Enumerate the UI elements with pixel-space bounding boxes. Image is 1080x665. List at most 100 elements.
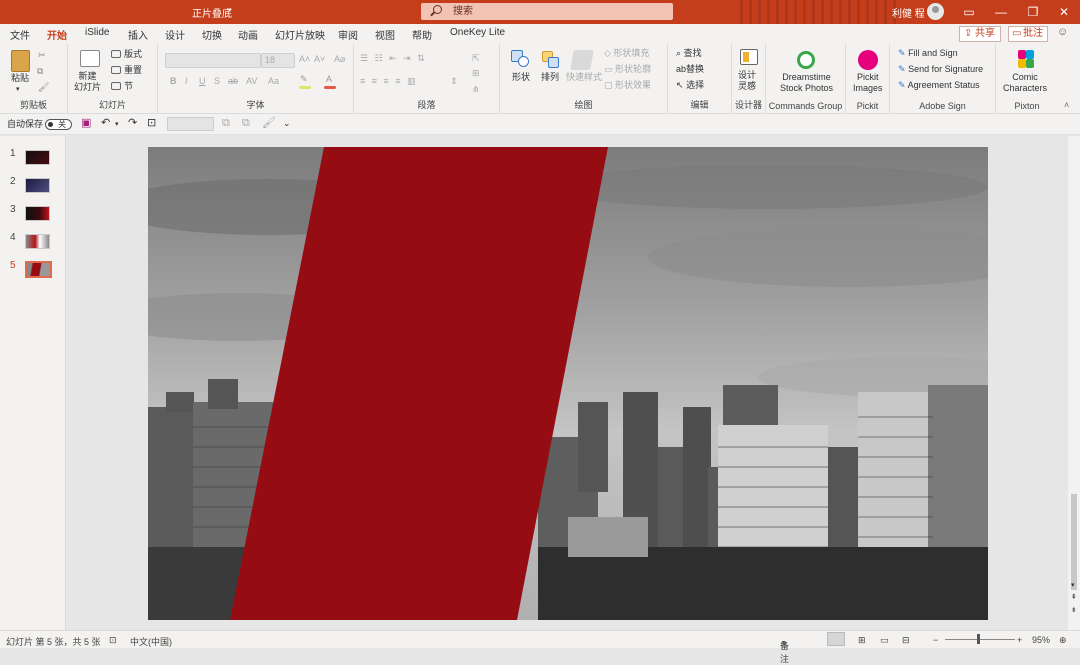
tab-file[interactable]: 文件 xyxy=(10,27,30,42)
zoom-slider[interactable] xyxy=(945,639,1015,640)
slideshow-icon[interactable]: ⊟ xyxy=(902,635,910,646)
send-signature-button[interactable]: ✎ Send for Signature xyxy=(898,64,983,75)
collapse-ribbon-icon[interactable]: ˄ xyxy=(1064,100,1069,110)
restore-button[interactable]: ❐ xyxy=(1017,0,1049,24)
comic-characters-button[interactable]: Comic Characters xyxy=(1003,72,1047,94)
shape-fill-button[interactable]: ◇ 形状填充 xyxy=(604,48,649,59)
smiley-icon[interactable]: ☺ xyxy=(1057,26,1068,38)
paste-button[interactable]: 粘贴 xyxy=(11,73,29,84)
align-text-button[interactable]: ⊞ xyxy=(472,68,480,79)
user-name[interactable]: 利健 程 xyxy=(892,5,925,20)
font-name-box[interactable] xyxy=(165,53,261,68)
dreamstime-button[interactable]: Dreamstime Stock Photos xyxy=(780,72,833,94)
find-button[interactable]: ⌕ 查找 xyxy=(676,48,702,59)
shapes-button[interactable]: 形状 xyxy=(512,72,530,83)
pickit-images-button[interactable]: Pickit Images xyxy=(853,72,883,94)
agreement-status-button[interactable]: ✎ Agreement Status xyxy=(898,80,980,91)
font-color-icon[interactable]: A xyxy=(326,74,332,85)
title-dropdown-icon[interactable]: ▾ xyxy=(228,6,232,14)
slide-thumbnail-1[interactable] xyxy=(25,150,50,165)
undo-icon[interactable]: ↶ xyxy=(101,118,110,129)
highlight-icon[interactable]: ✎ xyxy=(300,74,308,85)
normal-view-button[interactable] xyxy=(827,632,845,646)
shadow-button[interactable]: S xyxy=(214,76,220,87)
tab-islide[interactable]: iSlide xyxy=(85,27,109,38)
qa-font-box[interactable] xyxy=(167,117,214,131)
shape-effects-button[interactable]: ▢ 形状效果 xyxy=(604,80,651,91)
prev-slide-icon[interactable]: ⇞ xyxy=(1071,593,1077,601)
zoom-level[interactable]: 95% xyxy=(1032,635,1050,645)
quick-styles-button[interactable]: 快速样式 xyxy=(566,72,602,83)
underline-button[interactable]: U xyxy=(199,76,206,87)
redo-icon[interactable]: ↷ xyxy=(128,118,137,129)
tab-review[interactable]: 审阅 xyxy=(338,27,358,42)
ungroup-icon[interactable]: ⧉ xyxy=(242,118,250,129)
next-slide-icon[interactable]: ⇟ xyxy=(1071,606,1077,614)
replace-button[interactable]: ab替换 xyxy=(676,64,704,75)
accessibility-icon[interactable]: ⊡ xyxy=(109,635,117,646)
text-direction-button[interactable]: ⇱ xyxy=(472,53,480,64)
new-slide-icon[interactable] xyxy=(80,50,100,67)
format-painter-icon[interactable]: 🖌 xyxy=(38,82,49,93)
comment-button[interactable]: ▭ 批注 xyxy=(1008,26,1048,42)
spacing-button[interactable]: AV xyxy=(246,76,257,87)
slide-canvas[interactable] xyxy=(148,147,988,620)
fit-to-window-icon[interactable]: ⊕ xyxy=(1059,635,1067,646)
close-button[interactable]: ✕ xyxy=(1048,0,1080,24)
shrink-font-icon[interactable]: A˅ xyxy=(314,54,325,65)
tab-design[interactable]: 设计 xyxy=(165,27,185,42)
avatar[interactable] xyxy=(927,3,944,20)
language-indicator[interactable]: 中文(中国) xyxy=(130,635,172,648)
copy-icon[interactable]: ⧉ xyxy=(37,66,43,77)
zoom-in-icon[interactable]: + xyxy=(1017,635,1022,645)
paste-dropdown-icon[interactable]: ▾ xyxy=(16,84,20,95)
smartart-button[interactable]: ⋔ xyxy=(472,84,480,95)
slide-sorter-icon[interactable]: ⊞ xyxy=(858,635,866,646)
fill-sign-button[interactable]: ✎ Fill and Sign xyxy=(898,48,958,59)
scroll-down-icon[interactable]: ▾ xyxy=(1071,581,1075,589)
reset-button[interactable]: 重置 xyxy=(124,65,142,76)
scroll-thumb[interactable] xyxy=(1071,494,1077,590)
italic-button[interactable]: I xyxy=(185,76,188,87)
cut-icon[interactable]: ✂ xyxy=(38,50,46,61)
clear-format-icon[interactable]: A⌀ xyxy=(334,54,345,65)
align-buttons[interactable]: ≡ ≡ ≡ ≡ ▥ xyxy=(360,76,418,87)
ribbon-display-button[interactable]: ▭ xyxy=(953,0,985,24)
undo-dropdown-icon[interactable]: ▾ xyxy=(115,119,119,130)
customize-qa-icon[interactable]: ⌄ xyxy=(283,118,291,129)
slide-thumbnail-4[interactable] xyxy=(25,234,50,249)
tab-insert[interactable]: 插入 xyxy=(128,27,148,42)
new-slide-button[interactable]: 新建 幻灯片 xyxy=(74,71,101,93)
search-box[interactable]: 搜索 xyxy=(421,3,673,20)
document-title[interactable]: 正片叠底 xyxy=(192,5,232,20)
select-button[interactable]: ↖ 选择 xyxy=(676,80,704,91)
font-size-box[interactable]: 18 xyxy=(261,53,295,68)
paste-icon[interactable] xyxy=(11,50,30,72)
tab-help[interactable]: 帮助 xyxy=(412,27,432,42)
grow-font-icon[interactable]: A˄ xyxy=(299,54,310,65)
present-icon[interactable]: ⊡ xyxy=(147,118,156,129)
slide-thumbnail-3[interactable] xyxy=(25,206,50,221)
minimize-button[interactable]: — xyxy=(985,0,1017,24)
strikethrough-button[interactable]: ab xyxy=(228,76,238,87)
shape-outline-button[interactable]: ▭ 形状轮廓 xyxy=(604,64,651,75)
group-objects-icon[interactable]: ⧉ xyxy=(222,118,230,129)
tab-home[interactable]: 开始 xyxy=(45,27,69,46)
tab-view[interactable]: 视图 xyxy=(375,27,395,42)
slide-thumbnail-5[interactable] xyxy=(25,261,52,278)
line-spacing-button[interactable]: ⇕ xyxy=(450,76,458,87)
section-button[interactable]: 节 xyxy=(124,81,133,92)
list-buttons[interactable]: ☰ ☷ ⇤ ⇥ ⇅ xyxy=(360,53,427,64)
bold-button[interactable]: B xyxy=(170,76,177,87)
tab-slideshow[interactable]: 幻灯片放映 xyxy=(275,27,325,42)
layout-button[interactable]: 版式 xyxy=(124,49,142,60)
zoom-thumb[interactable] xyxy=(977,634,980,644)
tab-onekey[interactable]: OneKey Lite xyxy=(450,27,505,38)
reading-view-icon[interactable]: ▭ xyxy=(880,635,889,646)
slide-thumbnail-2[interactable] xyxy=(25,178,50,193)
zoom-out-icon[interactable]: − xyxy=(933,635,938,645)
change-case-button[interactable]: Aa xyxy=(268,76,279,87)
share-button[interactable]: ⇪ 共享 xyxy=(959,26,1001,42)
vertical-scrollbar[interactable]: ▾ ⇞ ⇟ xyxy=(1068,136,1080,630)
format-painter-qa-icon[interactable]: 🖌 xyxy=(262,118,276,129)
